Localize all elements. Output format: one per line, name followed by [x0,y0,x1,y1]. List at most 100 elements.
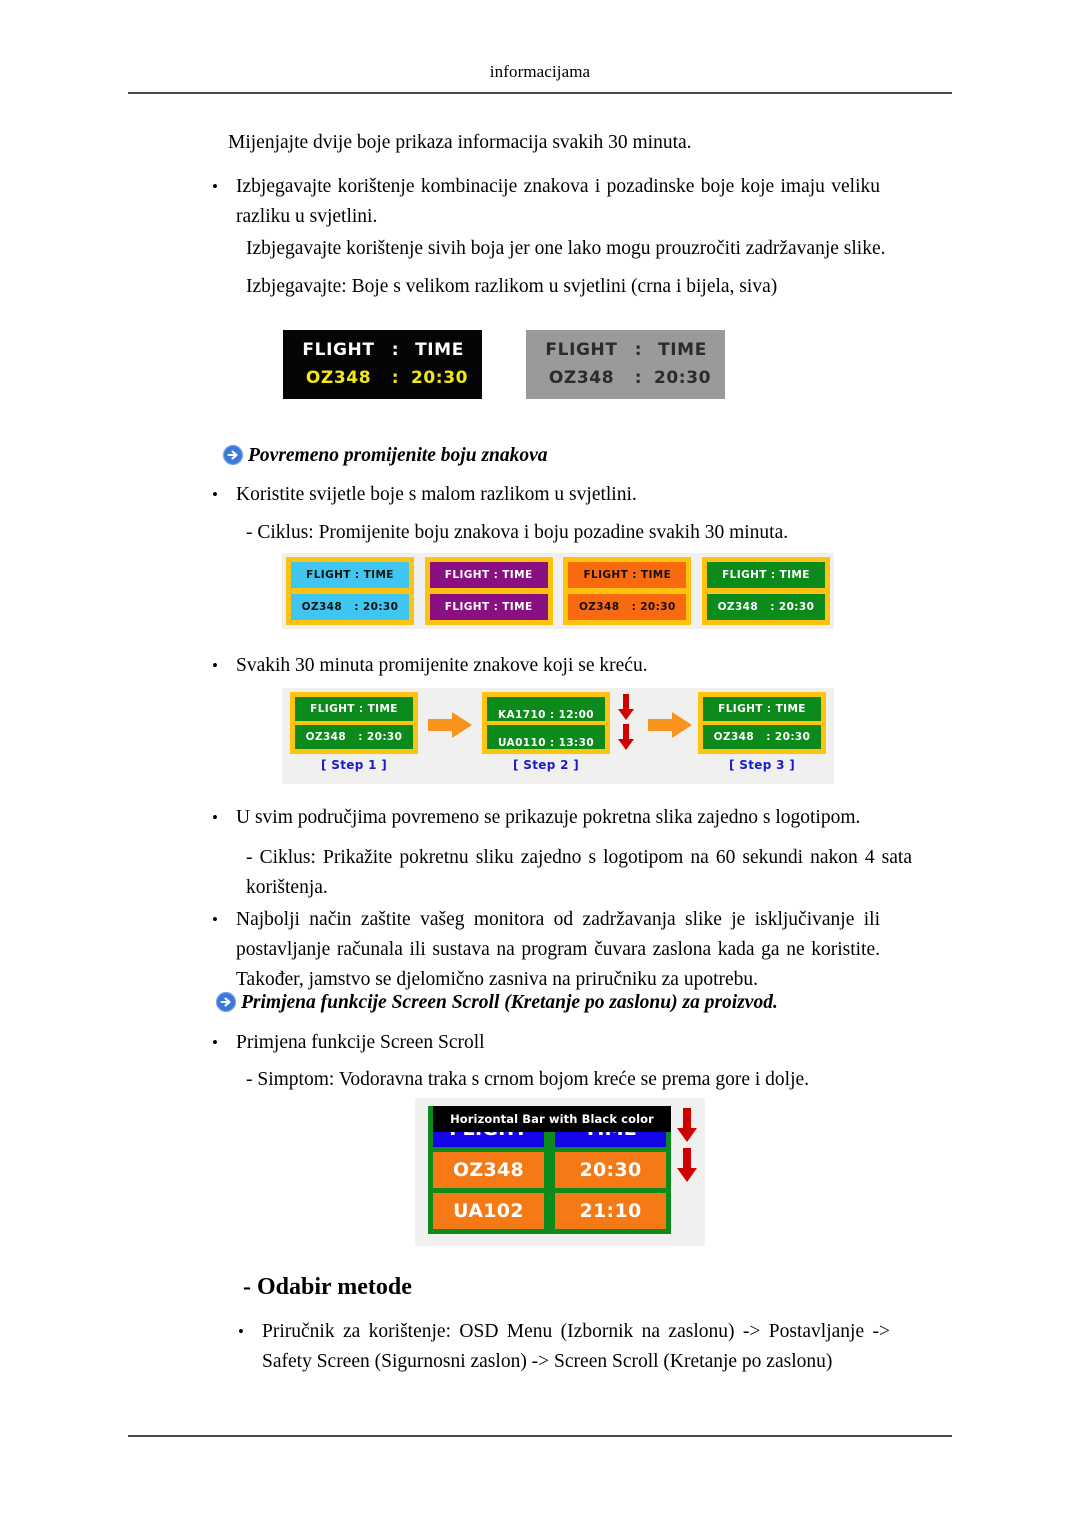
subsection-heading-label: Primjena funkcije Screen Scroll (Kretanj… [241,992,778,1013]
hbar-data-row: UA102 21:10 [433,1193,666,1229]
step-cell-data: OZ348 : 20:30 [295,725,413,749]
list-item-label: Izbjegavajte korištenje kombinacije znak… [236,176,880,227]
cycle-panel-orange: FLIGHT : TIME OZ348 : 20:30 [563,557,692,625]
step-cell-data-scrolling: UA0110 : 13:30 KL0125 : 13:50 [487,725,605,749]
step-block-2: KA1710 : 12:00 AA0025 : 12:35 UA0110 : 1… [482,692,610,772]
paragraph-cycle-logo: - Ciklus: Prikažite pokretnu sliku zajed… [246,847,912,898]
lcd-col-time: TIME [415,340,464,360]
lcd-col-flight: FLIGHT [302,340,375,360]
lcd-col-flight: FLIGHT [545,340,618,360]
scroll-line-top: UA0110 : 13:30 [497,737,595,749]
lcd-row-data: OZ348 : 20:30 [283,364,482,392]
cycle-cell-header: FLIGHT : TIME [706,562,825,588]
hbar-data-row: OZ348 20:30 [433,1152,666,1188]
lcd-row-data: OZ348 : 20:30 [526,364,725,392]
paragraph-gray-colors: Izbjegavajte korištenje sivih boja jer o… [246,238,886,259]
hbar-cell-flight-number: UA102 [433,1193,544,1229]
cycle-cell-data: FLIGHT : TIME [429,594,548,620]
step-label: [ Step 2 ] [513,758,579,772]
cycle-cell-data: OZ348 : 20:30 [706,594,825,620]
cycle-cell-data: OZ348 : 20:30 [568,594,687,620]
step-label: [ Step 3 ] [729,758,795,772]
bullet-glyph: • [212,177,218,196]
hbar-cell-time-value: 20:30 [555,1152,666,1188]
lcd-panel-black: FLIGHT : TIME OZ348 : 20:30 [283,330,482,399]
figure-step-sequence: FLIGHT : TIME OZ348 : 20:30 [ Step 1 ] K… [282,688,834,784]
lcd-row-header: FLIGHT : TIME [283,336,482,364]
step-panel-screen: FLIGHT : TIME OZ348 : 20:30 [290,692,418,754]
intro-paragraph: Mijenjajte dvije boje prikaza informacij… [228,132,692,153]
hbar-cell-time-value: 21:10 [555,1193,666,1229]
cycle-panel-cyan: FLIGHT : TIME OZ348 : 20:30 [286,557,414,625]
bullet-glyph: • [212,910,218,929]
bullet-glyph: • [212,808,218,827]
lcd-separator: : [634,368,643,388]
cycle-panel-green: FLIGHT : TIME OZ348 : 20:30 [701,557,830,625]
subsection-heading-label: Povremeno promijenite boju znakova [248,445,548,466]
step-block-3: FLIGHT : TIME OZ348 : 20:30 [ Step 3 ] [698,692,826,772]
hbar-cell-flight-number: OZ348 [433,1152,544,1188]
lcd-flight-number: OZ348 [548,368,615,388]
bullet-glyph: • [212,485,218,504]
lcd-separator: : [634,340,643,360]
cycle-panel-purple: FLIGHT : TIME FLIGHT : TIME [424,557,553,625]
list-item-label: Priručnik za korištenje: OSD Menu (Izbor… [262,1321,890,1372]
cycle-cell-header: FLIGHT : TIME [429,562,548,588]
scroll-line-top: KA1710 : 12:00 [497,709,595,721]
step-cell-header: FLIGHT : TIME [703,697,821,721]
list-item: • Koristite svijetle boje s malom razlik… [212,480,880,510]
step-panel-screen: KA1710 : 12:00 AA0025 : 12:35 UA0110 : 1… [482,692,610,754]
list-item: • U svim područjima povremeno se prikazu… [212,803,880,833]
lcd-separator: : [391,368,400,388]
bullet-glyph: • [238,1322,244,1341]
red-down-arrow-icon-2 [677,1148,697,1182]
lcd-flight-number: OZ348 [305,368,372,388]
red-down-arrow-icon-1 [677,1108,697,1142]
red-down-arrow-icon-1 [618,694,634,720]
blue-arrow-bullet-icon [222,444,244,466]
red-down-arrow-icon-2 [618,724,634,750]
paragraph-symptom: - Simptom: Vodoravna traka s crnom bojom… [246,1069,810,1090]
list-item-label: Svakih 30 minuta promijenite znakove koj… [236,655,648,676]
step-cell-header-scrolling: KA1710 : 12:00 AA0025 : 12:35 [487,697,605,721]
lcd-row-header: FLIGHT : TIME [526,336,725,364]
footer-rule [128,1435,952,1437]
lcd-panel-gray: FLIGHT : TIME OZ348 : 20:30 [526,330,725,399]
header-rule [128,92,952,94]
step-panel-screen: FLIGHT : TIME OZ348 : 20:30 [698,692,826,754]
list-item: • Najbolji način zaštite vašeg monitora … [212,905,880,995]
cycle-cell-header: FLIGHT : TIME [291,562,409,588]
lcd-time-value: 20:30 [653,368,712,388]
list-item: • Svakih 30 minuta promijenite znakove k… [212,651,880,681]
black-horizontal-bar: Horizontal Bar with Black color [433,1106,671,1132]
list-item-label: U svim područjima povremeno se prikazuje… [236,807,861,828]
subsection-heading-change-color: Povremeno promijenite boju znakova [222,441,922,471]
blue-arrow-bullet-icon [215,991,237,1013]
page-title: - Odabir metode [243,1274,412,1300]
lcd-time-value: 20:30 [410,368,469,388]
running-header: informacijama [489,62,591,81]
list-item-label: Primjena funkcije Screen Scroll [236,1032,485,1053]
bullet-glyph: • [212,656,218,675]
paragraph-avoid-colors: Izbjegavajte: Boje s velikom razlikom u … [246,276,778,297]
figure-horizontal-bar: FLIGHT TIME OZ348 20:30 UA102 21:10 Hori… [415,1098,705,1246]
list-item: • Primjena funkcije Screen Scroll [212,1028,880,1058]
step-label: [ Step 1 ] [321,758,387,772]
lcd-separator: : [391,340,400,360]
lcd-col-time: TIME [658,340,707,360]
subsection-heading-screen-scroll: Primjena funkcije Screen Scroll (Kretanj… [215,988,955,1018]
cycle-cell-data: OZ348 : 20:30 [291,594,409,620]
step-block-1: FLIGHT : TIME OZ348 : 20:30 [ Step 1 ] [290,692,418,772]
figure-contrast-pair: FLIGHT : TIME OZ348 : 20:30 FLIGHT : TIM… [283,330,725,399]
list-item: • Izbjegavajte korištenje kombinacije zn… [212,172,880,232]
list-item-label: Koristite svijetle boje s malom razlikom… [236,484,637,505]
bullet-glyph: • [212,1033,218,1052]
figure-color-cycle: FLIGHT : TIME OZ348 : 20:30 FLIGHT : TIM… [282,553,834,629]
step-cell-data: OZ348 : 20:30 [703,725,821,749]
document-page: informacijama Mijenjajte dvije boje prik… [0,0,1080,1527]
paragraph-cycle-30min: - Ciklus: Promijenite boju znakova i boj… [246,522,789,543]
list-item-label: Najbolji način zaštite vašeg monitora od… [236,909,880,990]
cycle-cell-header: FLIGHT : TIME [568,562,687,588]
step-cell-header: FLIGHT : TIME [295,697,413,721]
list-item: • Priručnik za korištenje: OSD Menu (Izb… [238,1317,890,1377]
